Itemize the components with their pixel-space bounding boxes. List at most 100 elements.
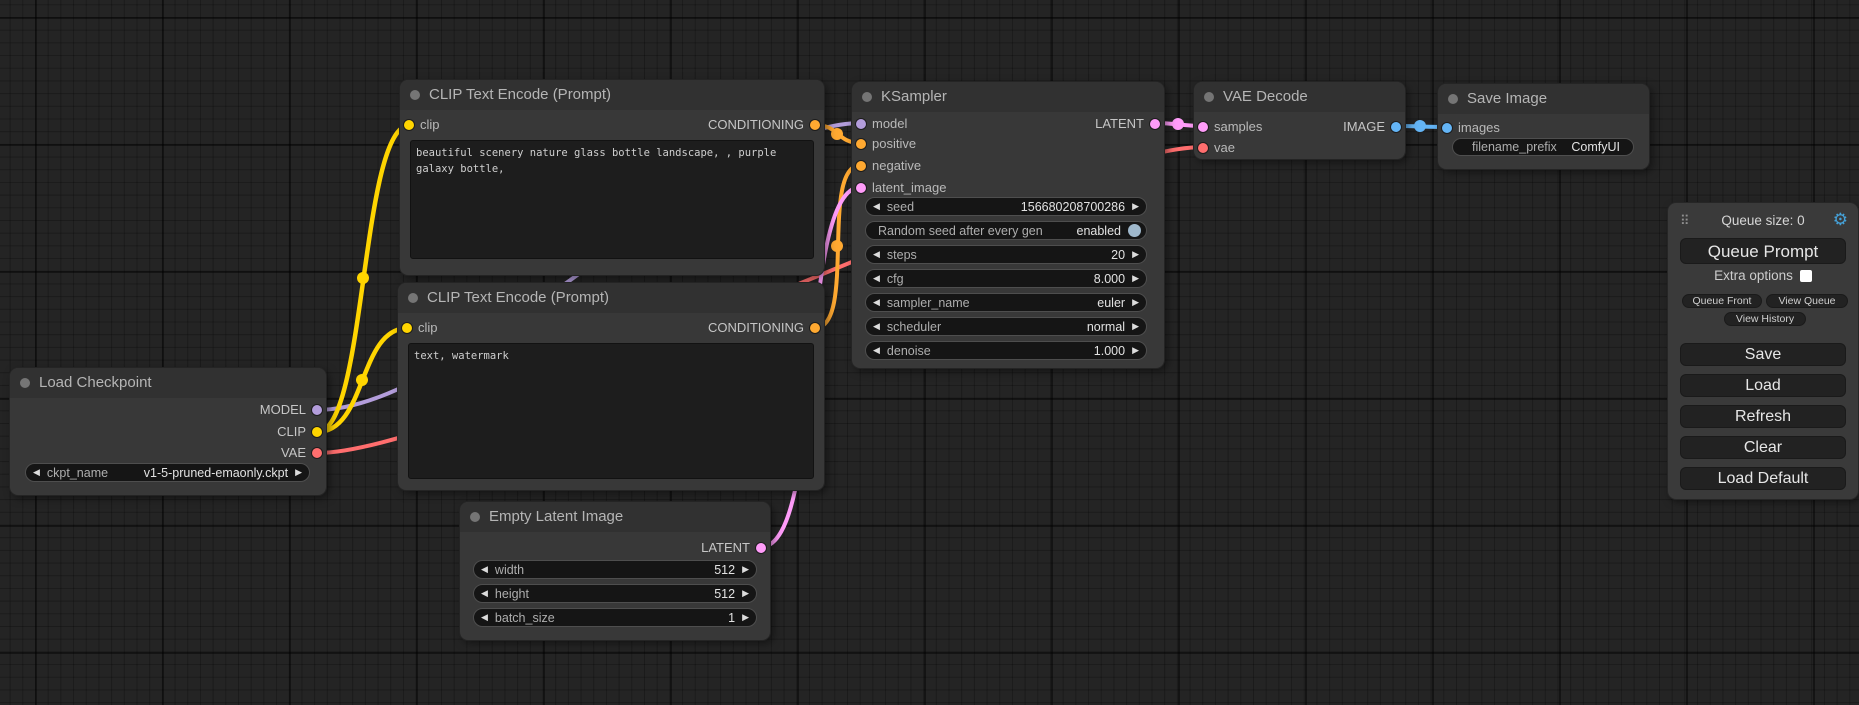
prev-arrow-icon[interactable]: ◀ [873,341,880,360]
queue-front-button[interactable]: Queue Front [1682,294,1762,308]
link-dot[interactable] [831,240,843,252]
prev-arrow-icon[interactable]: ◀ [33,463,40,482]
toggle-indicator[interactable] [1128,224,1141,237]
refresh-button[interactable]: Refresh [1680,405,1846,428]
collapse-dot-icon[interactable] [1448,94,1458,104]
input-port-positive[interactable] [856,139,866,149]
node-title-bar[interactable]: Save Image [1438,84,1649,114]
widget-value: enabled [1077,224,1122,238]
sampler-name-widget[interactable]: ◀sampler_nameeuler▶ [865,293,1147,312]
prev-arrow-icon[interactable]: ◀ [873,317,880,336]
node-title-bar[interactable]: Empty Latent Image [460,502,770,532]
next-arrow-icon[interactable]: ▶ [1132,293,1139,312]
link-dot[interactable] [831,128,843,140]
view-queue-button[interactable]: View Queue [1766,294,1848,308]
input-port-vae[interactable] [1198,143,1208,153]
next-arrow-icon[interactable]: ▶ [295,463,302,482]
input-port-negative[interactable] [856,161,866,171]
input-port-latent-image[interactable] [856,183,866,193]
prev-arrow-icon[interactable]: ◀ [873,269,880,288]
link-dot[interactable] [357,272,369,284]
next-arrow-icon[interactable]: ▶ [742,560,749,579]
output-port-model[interactable] [312,405,322,415]
output-port-clip[interactable] [312,427,322,437]
link-dot[interactable] [1414,120,1426,132]
extra-options-checkbox[interactable] [1800,270,1812,282]
output-port-latent[interactable] [1150,119,1160,129]
node-clip-text-encode-negative[interactable]: CLIP Text Encode (Prompt) clip CONDITION… [398,283,824,490]
settings-gear-icon[interactable]: ⚙ [1833,210,1848,230]
next-arrow-icon[interactable]: ▶ [1132,317,1139,336]
collapse-dot-icon[interactable] [1204,92,1214,102]
collapse-dot-icon[interactable] [408,293,418,303]
prev-arrow-icon[interactable]: ◀ [481,584,488,603]
node-title-bar[interactable]: Load Checkpoint [10,368,326,398]
node-vae-decode[interactable]: VAE Decode samples IMAGE vae [1194,82,1405,159]
cfg-widget[interactable]: ◀cfg8.000▶ [865,269,1147,288]
width-widget[interactable]: ◀width512▶ [473,560,757,579]
scheduler-widget[interactable]: ◀schedulernormal▶ [865,317,1147,336]
next-arrow-icon[interactable]: ▶ [742,584,749,603]
node-title-bar[interactable]: VAE Decode [1194,82,1405,112]
input-port-clip[interactable] [404,120,414,130]
output-port-vae[interactable] [312,448,322,458]
node-title: CLIP Text Encode (Prompt) [429,80,611,110]
save-button[interactable]: Save [1680,343,1846,366]
node-clip-text-encode-positive[interactable]: CLIP Text Encode (Prompt) clip CONDITION… [400,80,824,275]
prev-arrow-icon[interactable]: ◀ [481,560,488,579]
collapse-dot-icon[interactable] [470,512,480,522]
load-default-button[interactable]: Load Default [1680,467,1846,490]
steps-widget[interactable]: ◀steps20▶ [865,245,1147,264]
clear-button[interactable]: Clear [1680,436,1846,459]
widget-label: Random seed after every gen [878,224,1043,238]
next-arrow-icon[interactable]: ▶ [1132,197,1139,216]
prompt-textarea[interactable]: text, watermark [408,343,814,479]
node-title-bar[interactable]: CLIP Text Encode (Prompt) [400,80,824,110]
batch-size-widget[interactable]: ◀batch_size1▶ [473,608,757,627]
height-widget[interactable]: ◀height512▶ [473,584,757,603]
next-arrow-icon[interactable]: ▶ [1132,269,1139,288]
input-port-images[interactable] [1442,123,1452,133]
input-port-clip[interactable] [402,323,412,333]
link-dot[interactable] [356,374,368,386]
load-button[interactable]: Load [1680,374,1846,397]
output-port-conditioning[interactable] [810,120,820,130]
prev-arrow-icon[interactable]: ◀ [873,197,880,216]
collapse-dot-icon[interactable] [410,90,420,100]
node-empty-latent-image[interactable]: Empty Latent Image LATENT ◀width512▶ ◀he… [460,502,770,640]
prev-arrow-icon[interactable]: ◀ [873,293,880,312]
widget-label: filename_prefix [1472,140,1557,154]
node-save-image[interactable]: Save Image images filename_prefixComfyUI [1438,84,1649,169]
output-label-vae: VAE [281,445,306,461]
input-port-samples[interactable] [1198,122,1208,132]
random-seed-toggle[interactable]: Random seed after every gen enabled [865,221,1147,240]
collapse-dot-icon[interactable] [862,92,872,102]
queue-prompt-button[interactable]: Queue Prompt [1680,238,1846,264]
ckpt-name-widget[interactable]: ◀ ckpt_name v1-5-pruned-emaonly.ckpt ▶ [25,463,310,482]
widget-label: sampler_name [887,296,970,310]
seed-widget[interactable]: ◀seed156680208700286▶ [865,197,1147,216]
filename-prefix-widget[interactable]: filename_prefixComfyUI [1452,138,1634,156]
next-arrow-icon[interactable]: ▶ [1132,341,1139,360]
prev-arrow-icon[interactable]: ◀ [481,608,488,627]
view-history-button[interactable]: View History [1724,312,1806,326]
node-title-bar[interactable]: KSampler [852,82,1164,112]
collapse-dot-icon[interactable] [20,378,30,388]
denoise-widget[interactable]: ◀denoise1.000▶ [865,341,1147,360]
node-title-bar[interactable]: CLIP Text Encode (Prompt) [398,283,824,313]
prompt-textarea[interactable]: beautiful scenery nature glass bottle la… [410,140,814,259]
output-port-conditioning[interactable] [810,323,820,333]
output-label-conditioning: CONDITIONING [708,117,804,133]
input-port-model[interactable] [856,119,866,129]
output-port-image[interactable] [1391,122,1401,132]
next-arrow-icon[interactable]: ▶ [742,608,749,627]
link-dot[interactable] [1172,118,1184,130]
next-arrow-icon[interactable]: ▶ [1132,245,1139,264]
node-load-checkpoint[interactable]: Load Checkpoint MODEL CLIP VAE ◀ ckpt_na… [10,368,326,495]
drag-handle-icon[interactable]: ⠿ [1680,211,1689,231]
output-port-latent[interactable] [756,543,766,553]
prev-arrow-icon[interactable]: ◀ [873,245,880,264]
extra-options-label: Extra options [1714,268,1793,283]
graph-canvas[interactable]: Load Checkpoint MODEL CLIP VAE ◀ ckpt_na… [0,0,1859,705]
node-ksampler[interactable]: KSampler model LATENT positive negative … [852,82,1164,368]
